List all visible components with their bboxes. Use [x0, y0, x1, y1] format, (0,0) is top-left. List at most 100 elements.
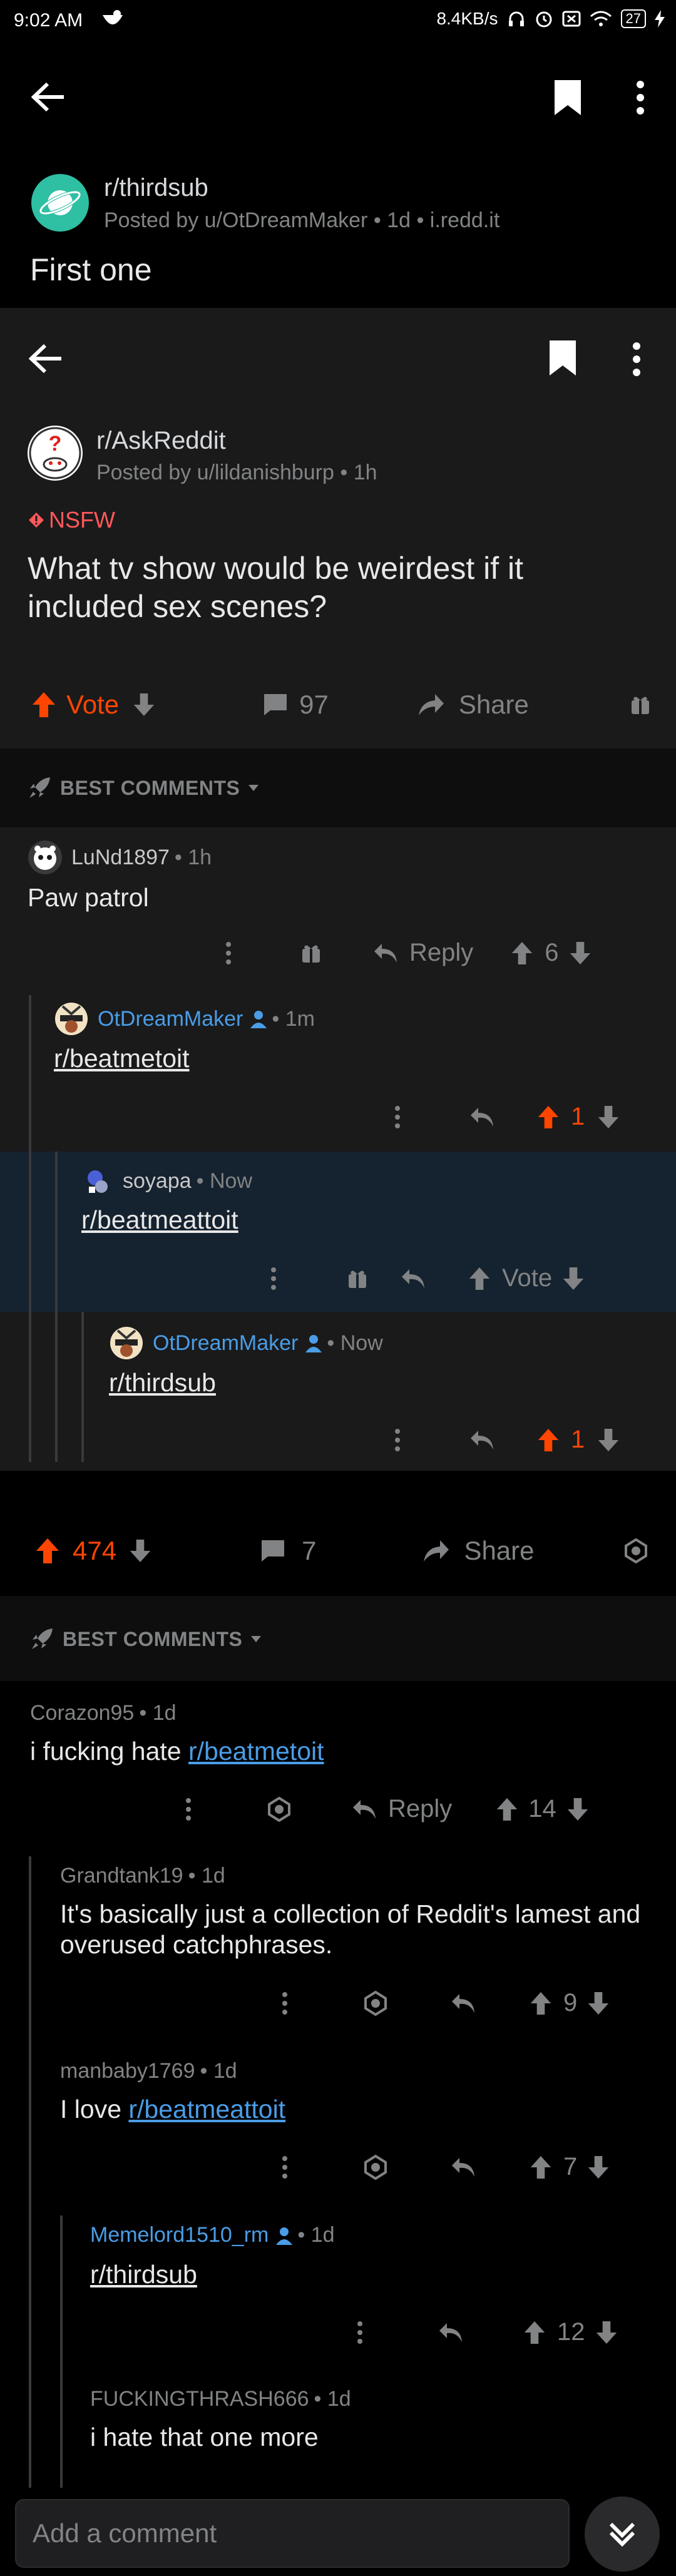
inner-sort-label: BEST COMMENTS [60, 776, 240, 799]
comment-actions: 9 [282, 1989, 610, 2017]
comment-username[interactable]: Corazon95 [30, 1701, 134, 1725]
outer-sort-label: BEST COMMENTS [63, 1627, 243, 1650]
more-options-button[interactable] [185, 1797, 192, 1822]
caret-down-icon [247, 784, 260, 792]
inner-post-title: What tv show would be weirdest if it inc… [28, 549, 523, 626]
downvote-button[interactable] [566, 1797, 589, 1822]
inner-sort-header: BEST COMMENTS [28, 776, 260, 800]
comment-username[interactable]: manbaby1769 [60, 2059, 195, 2083]
outer-comment-1-header: Corazon95 • 1d [30, 1701, 177, 1725]
inner-comment-3-header: soyapa • Now [81, 1165, 252, 1197]
comment-username[interactable]: Grandtank19 [60, 1864, 183, 1888]
comment-username: soyapa [123, 1168, 192, 1193]
downvote-icon [569, 941, 592, 966]
comment-body: i fucking hate [30, 1737, 188, 1766]
award-button[interactable] [363, 1990, 388, 2016]
inner-post-title-line2: included sex scenes? [28, 589, 327, 624]
reply-icon[interactable] [352, 1799, 377, 1820]
comment-time: • 1d [188, 1864, 225, 1888]
comment-actions: Reply 6 [225, 939, 592, 967]
comment-time: • Now [196, 1168, 253, 1193]
comment-actions: Vote [270, 1264, 585, 1292]
upvote-button[interactable] [35, 1537, 60, 1565]
more-dots-icon [394, 1428, 401, 1453]
subreddit-link[interactable]: r/thirdsub [90, 2259, 197, 2290]
outer-comment-2-header: Grandtank19 • 1d [60, 1864, 225, 1888]
more-options-button[interactable] [282, 2155, 288, 2180]
upvote-button[interactable] [530, 2155, 552, 2180]
outer-subreddit-name[interactable]: r/thirdsub [104, 174, 208, 202]
reply-button[interactable]: Reply [388, 1795, 452, 1823]
downvote-button[interactable] [587, 1991, 610, 2016]
battery-indicator: 27 [620, 9, 646, 28]
inner-post-action-bar: Vote 97 Share [31, 687, 651, 722]
reply-button[interactable] [451, 2157, 476, 2178]
thread-line [55, 1312, 58, 1462]
downvote-button[interactable] [587, 2155, 610, 2180]
moderator-icon [304, 1334, 323, 1352]
comment-line: overused catchphrases. [60, 1930, 333, 1960]
reply-icon [373, 943, 398, 964]
more-dots-icon [394, 1105, 401, 1130]
outer-sort-header[interactable]: BEST COMMENTS [30, 1627, 262, 1651]
award-button[interactable] [623, 1538, 648, 1563]
reply-button[interactable] [438, 2322, 463, 2343]
thread-line [29, 1856, 31, 2488]
avatar [28, 840, 63, 875]
inner-comment-1-header: LuNd1897 • 1h [28, 840, 212, 875]
comment-username[interactable]: Memelord1510_rm [90, 2223, 269, 2247]
inner-share-label: Share [458, 690, 529, 719]
back-arrow-icon[interactable] [31, 81, 66, 113]
comment-score: 1 [571, 1426, 585, 1453]
more-options-icon[interactable] [636, 80, 645, 115]
nsfw-label: NSFW [49, 507, 115, 533]
add-comment-input[interactable]: Add a comment [15, 2499, 570, 2568]
comments-button[interactable] [260, 1539, 285, 1563]
outer-comment-5-header: FUCKINGTHRASH666 • 1d [90, 2387, 351, 2411]
subreddit-link: r/beatmetoit [54, 1044, 190, 1073]
next-comment-button[interactable] [585, 2497, 660, 2572]
inner-vote-label: Vote [66, 690, 120, 719]
upvote-icon [511, 941, 533, 966]
thread-line [29, 1312, 31, 1462]
subreddit-avatar[interactable] [31, 174, 89, 232]
thread-line [81, 1312, 84, 1462]
comment-score: 14 [528, 1795, 556, 1822]
downvote-button[interactable] [129, 1538, 151, 1563]
comment-text: i hate that one more [90, 2423, 319, 2451]
more-options-button[interactable] [282, 1991, 288, 2016]
award-button[interactable] [267, 1796, 292, 1822]
reply-button[interactable] [451, 1993, 476, 2014]
comment-icon [263, 693, 288, 717]
more-dots-icon [270, 1266, 277, 1291]
bookmark-icon[interactable] [553, 79, 582, 116]
comment-score: 9 [563, 1989, 578, 2016]
upvote-button[interactable] [530, 1991, 552, 2016]
outer-comment-count: 7 [302, 1536, 317, 1565]
reply-icon [469, 1429, 494, 1451]
moderator-icon [275, 2226, 294, 2245]
outer-comment-4-header: Memelord1510_rm • 1d [90, 2223, 335, 2247]
comment-score: 6 [545, 939, 559, 966]
upvote-button[interactable] [523, 2320, 546, 2345]
subreddit-link[interactable]: r/beatmetoit [188, 1737, 324, 1766]
subreddit-link[interactable]: r/beatmeattoit [128, 2095, 285, 2124]
comment-score: 7 [563, 2153, 578, 2180]
share-icon[interactable] [422, 1539, 450, 1563]
comment-actions: 1 [394, 1103, 620, 1131]
share-button[interactable]: Share [464, 1536, 534, 1566]
vote-label: Vote [502, 1264, 553, 1292]
award-button[interactable] [363, 2154, 388, 2180]
upvote-button[interactable] [496, 1797, 518, 1822]
more-dots-icon [225, 941, 232, 966]
wifi-icon [590, 10, 612, 28]
more-options-button[interactable] [357, 2320, 363, 2345]
inner-back-arrow-icon [29, 343, 64, 374]
downvote-button[interactable] [595, 2320, 618, 2345]
inner-bookmark-icon [548, 339, 577, 377]
award-icon [347, 1268, 368, 1289]
inner-subreddit-name: r/AskReddit [96, 427, 226, 454]
upvote-icon [31, 691, 56, 718]
comment-time: • Now [327, 1331, 383, 1355]
comment-username[interactable]: FUCKINGTHRASH666 [90, 2387, 309, 2411]
